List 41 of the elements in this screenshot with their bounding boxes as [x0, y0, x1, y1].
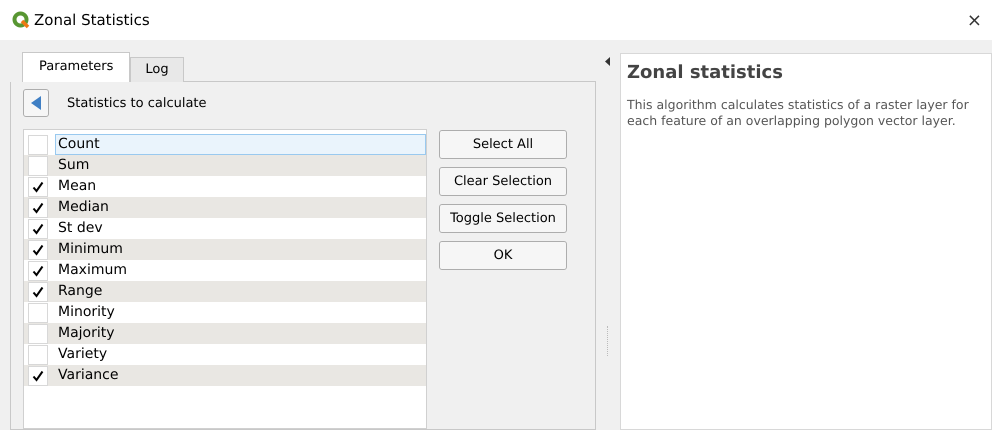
- list-item[interactable]: Variety: [55, 344, 426, 365]
- list-item[interactable]: St dev: [55, 218, 426, 239]
- checkbox[interactable]: [28, 344, 48, 364]
- checkbox[interactable]: [28, 156, 48, 176]
- checkbox[interactable]: [28, 134, 48, 154]
- list-item[interactable]: Minority: [55, 302, 426, 323]
- checkmark-icon: [32, 222, 44, 234]
- checkbox[interactable]: [28, 302, 48, 322]
- back-arrow-icon: [30, 95, 42, 111]
- dialog-button[interactable]: Select All: [439, 130, 567, 159]
- checkbox[interactable]: [28, 366, 48, 386]
- splitter-handle[interactable]: [606, 326, 610, 356]
- help-title: Zonal statistics: [627, 62, 784, 83]
- list-item[interactable]: Maximum: [55, 260, 426, 281]
- checkmark-icon: [32, 370, 44, 382]
- checkmark-icon: [32, 264, 44, 276]
- dialog-button[interactable]: OK: [439, 241, 567, 270]
- panel-heading: Statistics to calculate: [67, 96, 207, 110]
- checkbox[interactable]: [28, 240, 48, 260]
- checkmark-icon: [32, 244, 44, 256]
- back-button[interactable]: [23, 89, 49, 117]
- checkbox[interactable]: [28, 324, 48, 344]
- tab[interactable]: Parameters: [22, 52, 130, 82]
- close-button[interactable]: ×: [966, 10, 982, 30]
- list-item[interactable]: Count: [55, 134, 426, 155]
- checkbox[interactable]: [28, 176, 48, 196]
- checkbox[interactable]: [28, 218, 48, 238]
- list-item[interactable]: Mean: [55, 176, 426, 197]
- app-logo-icon: [12, 11, 30, 29]
- checkbox[interactable]: [28, 260, 48, 280]
- collapse-arrow-icon[interactable]: [605, 57, 611, 66]
- checkmark-icon: [32, 202, 44, 214]
- checkbox[interactable]: [28, 198, 48, 218]
- checkmark-icon: [32, 180, 44, 192]
- window-title: Zonal Statistics: [34, 11, 150, 29]
- checkmark-icon: [32, 286, 44, 298]
- dialog-button[interactable]: Clear Selection: [439, 167, 567, 196]
- dialog-button[interactable]: Toggle Selection: [439, 204, 567, 233]
- checkbox[interactable]: [28, 282, 48, 302]
- help-text: This algorithm calculates statistics of a raster layer for each feature of an overlapping polygon vector layer.: [627, 97, 970, 129]
- tab[interactable]: Log: [130, 57, 184, 82]
